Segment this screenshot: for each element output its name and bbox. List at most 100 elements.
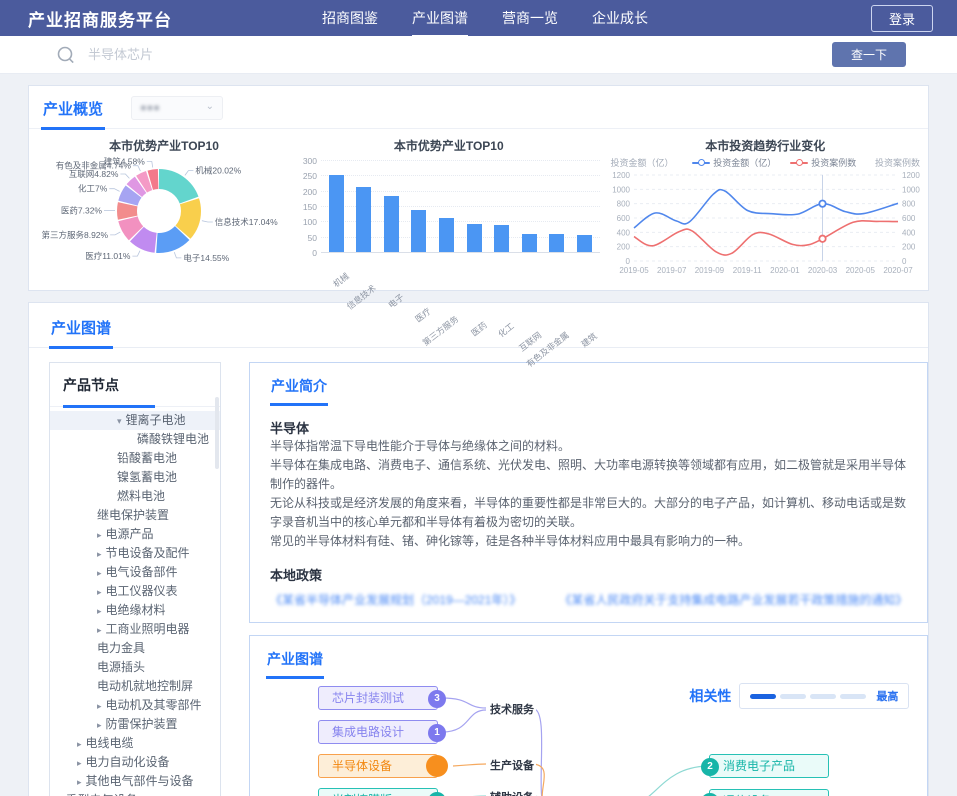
search-button[interactable]: 查一下 <box>832 42 906 67</box>
tree-item-label: 防雷保护装置 <box>106 717 178 731</box>
bar <box>384 196 399 252</box>
chevron-right-icon[interactable]: ▸ <box>77 758 82 768</box>
industry-name: 半导体 <box>270 418 907 437</box>
tree-item[interactable]: ▸电线电缆 <box>50 734 220 753</box>
tree-item-label: 电力自动化设备 <box>86 755 170 769</box>
chevron-right-icon[interactable]: ▸ <box>97 606 102 616</box>
tree-item-label: 镍氢蓄电池 <box>117 470 177 484</box>
graph-node[interactable]: 光刻掩膜版3 <box>318 788 438 796</box>
chevron-right-icon[interactable]: ▸ <box>97 701 102 711</box>
svg-text:0: 0 <box>626 257 631 266</box>
tree-title-underline <box>63 405 155 408</box>
graph-node[interactable]: 集成电路设计1 <box>318 720 438 744</box>
intro-paragraph: 无论从科技或是经济发展的角度来看，半导体的重要性都是非常巨大的。大部分的电子产品… <box>270 494 907 532</box>
svg-text:800: 800 <box>617 200 631 209</box>
bar <box>494 225 509 252</box>
bar-column: 化工 <box>494 225 510 252</box>
graph-node[interactable]: 半导体设备 <box>318 754 438 778</box>
legend-item[interactable]: 投资案例数 <box>790 156 856 169</box>
bar-column: 信息技术 <box>356 187 372 252</box>
tree-item[interactable]: 电动机就地控制屏 <box>50 677 220 696</box>
policy-link[interactable]: 《某省人民政府关于支持集成电路产业发展若干政策措施的通知》 <box>559 591 907 608</box>
tree-item[interactable]: 电源插头 <box>50 658 220 677</box>
main-nav: 招商图鉴 产业图谱 营商一览 企业成长 <box>322 8 648 28</box>
relevance-slider[interactable]: 最高 <box>739 683 909 709</box>
industry-intro-title: 产业简介 <box>270 376 328 406</box>
tree-item-label: 铅酸蓄电池 <box>117 451 177 465</box>
search-icon <box>56 45 76 65</box>
tree-item[interactable]: ▸ 工商业照明电器 <box>50 620 220 639</box>
industry-graph-canvas: 相关性 最高 半导体芯片 芯片封装测试3集成电路设计1半导体设备光刻掩膜版3光刻… <box>266 683 915 796</box>
graph-node[interactable]: 消费电子产品2 <box>709 754 829 778</box>
tree-item[interactable]: ▸电源产品 <box>50 525 220 544</box>
tree-item[interactable]: 继电保护装置 <box>50 506 220 525</box>
tree-item[interactable]: ▸ 防雷保护装置 <box>50 715 220 734</box>
nav-item[interactable]: 产业图谱 <box>412 8 468 28</box>
tree-item[interactable]: 铅酸蓄电池 <box>50 449 220 468</box>
chevron-right-icon[interactable]: ▸ <box>77 739 82 749</box>
bar-column: 建筑 <box>577 235 593 253</box>
tree-item[interactable]: ▸电绝缘材料 <box>50 601 220 620</box>
chevron-down-icon[interactable]: ▾ <box>117 416 122 426</box>
tree-item[interactable]: ▸其他电气部件与设备 <box>50 772 220 791</box>
tree-item[interactable]: 磷酸铁锂电池 <box>50 430 220 449</box>
chevron-right-icon[interactable]: ▸ <box>97 625 102 635</box>
tree-item[interactable]: ▸ 电力自动化设备 <box>50 753 220 772</box>
svg-text:化工7%: 化工7% <box>78 184 108 194</box>
legend-label: 投资案例数 <box>811 156 856 169</box>
chevron-right-icon[interactable]: ▸ <box>97 568 102 578</box>
graph-edge-label: 生产设备 <box>488 757 536 773</box>
tree-item[interactable]: 电力金具 <box>50 639 220 658</box>
line-chart-canvas: 0020020040040060060080080010001000120012… <box>608 169 920 281</box>
bar-ytick-label: 100 <box>291 217 317 227</box>
chevron-right-icon[interactable]: ▸ <box>97 587 102 597</box>
graph-edge-label: 辅助设备 <box>488 789 536 796</box>
tree-item[interactable]: ▸重型电气设备 <box>50 791 220 796</box>
nav-item[interactable]: 企业成长 <box>592 8 648 28</box>
tree-item[interactable]: ▸电动机及其零部件 <box>50 696 220 715</box>
overview-card: 产业概览 ●●● ⌄ 本市优势产业TOP10 机械20.02% 信息技术17.0… <box>28 85 929 291</box>
tree-item[interactable]: ▾ 锂离子电池 <box>50 411 220 430</box>
tree-scrollbar[interactable] <box>215 397 219 469</box>
tree-item[interactable]: ▸电工仪器仪表 <box>50 582 220 601</box>
graph-node[interactable]: 芯片封装测试3 <box>318 686 438 710</box>
bar-xtick-label: 机械 <box>330 270 351 290</box>
login-button[interactable]: 登录 <box>871 5 933 32</box>
tree-item[interactable]: ▸电气设备部件 <box>50 563 220 582</box>
tree-item-label: 电动机就地控制屏 <box>97 679 193 693</box>
svg-text:2020-07: 2020-07 <box>884 266 914 275</box>
legend-item[interactable]: 投资金额（亿） <box>692 156 776 169</box>
search-input[interactable] <box>88 47 832 62</box>
policy-link[interactable]: 《某省半导体产业发展规划（2019—2021年）》 <box>270 591 521 608</box>
relevance-segment[interactable] <box>810 694 836 699</box>
tree-item[interactable]: 燃料电池 <box>50 487 220 506</box>
product-tree-list: ▾ 锂离子电池磷酸铁锂电池铅酸蓄电池镍氢蓄电池燃料电池继电保护装置▸电源产品▸节电… <box>50 407 220 796</box>
tree-item[interactable]: ▸节电设备及配件 <box>50 544 220 563</box>
bar-ytick-label: 0 <box>291 248 317 258</box>
policy-links: 《某省半导体产业发展规划（2019—2021年）》 《某省人民政府关于支持集成电路… <box>270 591 907 608</box>
bar <box>356 187 371 252</box>
relevance-segment[interactable] <box>780 694 806 699</box>
nav-item[interactable]: 营商一览 <box>502 8 558 28</box>
relevance-filter: 相关性 最高 <box>689 683 909 709</box>
svg-text:200: 200 <box>902 243 916 252</box>
chevron-right-icon[interactable]: ▸ <box>97 549 102 559</box>
svg-text:200: 200 <box>617 243 631 252</box>
relevance-segment[interactable] <box>750 694 776 699</box>
graph-node[interactable]: 通信设备7 <box>709 789 829 796</box>
line-chart-axis-row: 投资金额（亿） 投资金额（亿）投资案例数 投资案例数 <box>608 154 922 169</box>
chevron-right-icon[interactable]: ▸ <box>97 530 102 540</box>
city-filter-select[interactable]: ●●● ⌄ <box>131 96 223 120</box>
svg-text:电子14.55%: 电子14.55% <box>183 253 229 263</box>
nav-item[interactable]: 招商图鉴 <box>322 8 378 28</box>
tree-item-label: 工商业照明电器 <box>106 622 190 636</box>
svg-text:2019-09: 2019-09 <box>695 266 725 275</box>
svg-text:800: 800 <box>902 200 916 209</box>
chevron-right-icon[interactable]: ▸ <box>97 720 102 730</box>
svg-text:信息技术17.04%: 信息技术17.04% <box>215 217 278 227</box>
svg-text:600: 600 <box>617 214 631 223</box>
relevance-segment[interactable] <box>840 694 866 699</box>
tree-item-label: 锂离子电池 <box>126 413 186 427</box>
tree-item[interactable]: 镍氢蓄电池 <box>50 468 220 487</box>
chevron-right-icon[interactable]: ▸ <box>77 777 82 787</box>
